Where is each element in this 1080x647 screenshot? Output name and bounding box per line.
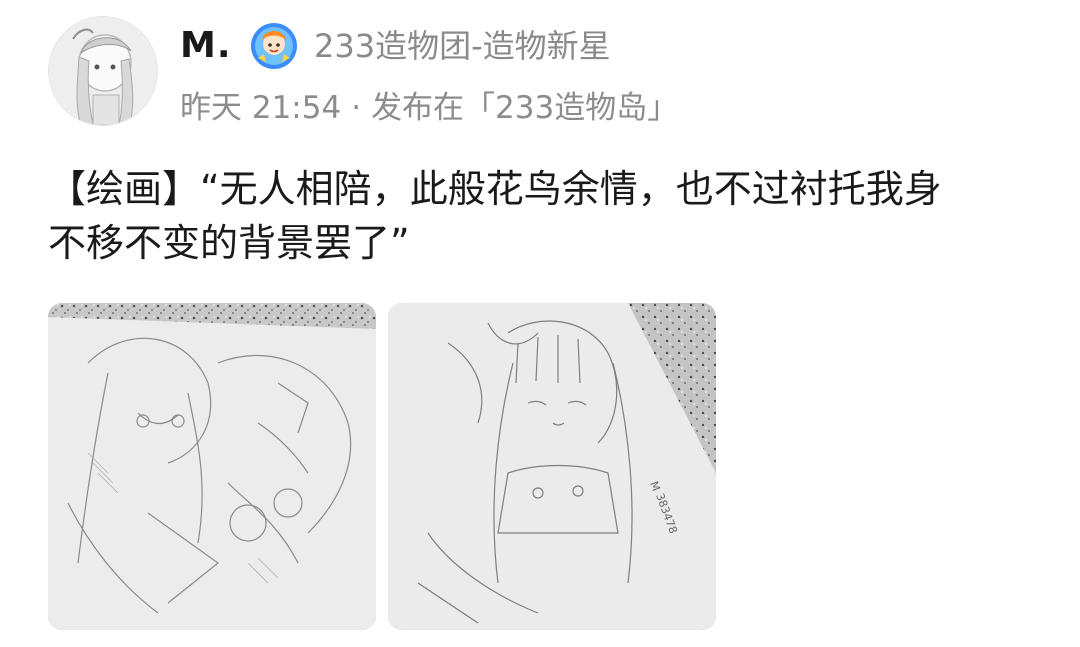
post-meta: 昨天 21:54 · 发布在「233造物岛」 [180,86,678,130]
meta-separator: · [351,90,362,126]
posted-in-section-link[interactable]: 发布在「233造物岛」 [371,90,678,126]
creator-badge-title: 233造物团-造物新星 [314,27,611,65]
post-time: 昨天 21:54 [180,90,342,126]
post-content-line: 【绘画】“无人相陪，此般花鸟余情，也不过衬托我身 [48,167,942,211]
creator-badge-icon[interactable] [248,20,300,72]
post-content-line: 不移不变的背景罢了” [48,221,410,265]
post-image-2[interactable]: M 383478 [388,303,716,630]
author-name[interactable]: M. [180,22,232,70]
pencil-sketch-photo-icon [48,303,376,630]
pencil-sketch-photo-icon: M 383478 [388,303,716,630]
post-content[interactable]: 【绘画】“无人相陪，此般花鸟余情，也不过衬托我身 不移不变的背景罢了” [48,162,1038,270]
author-avatar[interactable] [48,16,158,126]
anime-avatar-icon [49,17,157,125]
post-image-1[interactable] [48,303,376,630]
